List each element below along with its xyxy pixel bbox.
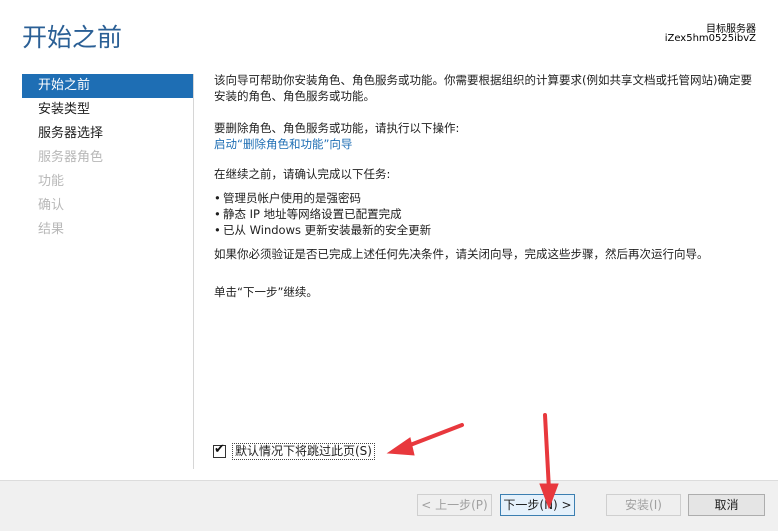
bullet-icon: • <box>214 223 221 237</box>
intro-text: 该向导可帮助你安装角色、角色服务或功能。你需要根据组织的计算要求(例如共享文档或… <box>214 73 752 103</box>
nav-item-server-roles: 服务器角色 <box>38 150 104 165</box>
next-button[interactable]: 下一步(N) > <box>500 494 575 516</box>
skip-page-label[interactable]: 默认情况下将跳过此页(S) <box>232 443 375 460</box>
remove-roles-wizard-link[interactable]: 启动“删除角色和功能”向导 <box>214 137 352 151</box>
list-item: • 静态 IP 地址等网络设置已配置完成 <box>214 207 402 221</box>
nav-item-results: 结果 <box>38 222 65 237</box>
cancel-button[interactable]: 取消 <box>688 494 765 516</box>
nav-item-server-selection[interactable]: 服务器选择 <box>22 122 193 146</box>
skip-page-option[interactable]: ✔ 默认情况下将跳过此页(S) <box>213 443 375 460</box>
prerequisites-list: • 管理员帐户使用的是强密码 • 静态 IP 地址等网络设置已配置完成 • 已从 Wi… <box>214 190 762 238</box>
checkmark-icon: ✔ <box>214 442 225 457</box>
target-server-name: iZex5hm0525ibvZ <box>664 33 756 44</box>
wizard-nav: 开始之前 安装类型 服务器选择 服务器角色 功能 确认 结果 <box>22 74 193 242</box>
nav-item-before-you-begin[interactable]: 开始之前 <box>22 74 193 98</box>
wizard-content: 该向导可帮助你安装角色、角色服务或功能。你需要根据组织的计算要求(例如共享文档或… <box>214 72 762 300</box>
bullet-icon: • <box>214 207 221 221</box>
skip-page-checkbox[interactable]: ✔ <box>213 442 226 458</box>
wizard-footer: < 上一步(P) 下一步(N) > 安装(I) 取消 <box>0 480 778 531</box>
click-next-text: 单击“下一步”继续。 <box>214 285 318 299</box>
list-item: • 已从 Windows 更新安装最新的安全更新 <box>214 223 432 237</box>
install-button[interactable]: 安装(I) <box>606 494 681 516</box>
nav-item-confirmation: 确认 <box>38 198 65 213</box>
verify-text: 如果你必须验证是否已完成上述任何先决条件，请关闭向导，完成这些步骤，然后再次运行… <box>214 247 709 261</box>
previous-button[interactable]: < 上一步(P) <box>417 494 492 516</box>
list-item: • 管理员帐户使用的是强密码 <box>214 191 361 205</box>
page-title: 开始之前 <box>22 23 123 52</box>
prerequisites-heading: 在继续之前，请确认完成以下任务: <box>214 167 391 181</box>
nav-divider <box>193 74 194 469</box>
bullet-icon: • <box>214 191 221 205</box>
remove-roles-text: 要删除角色、角色服务或功能，请执行以下操作: <box>214 121 460 135</box>
nav-item-features: 功能 <box>38 174 65 189</box>
nav-item-installation-type[interactable]: 安装类型 <box>22 98 193 122</box>
